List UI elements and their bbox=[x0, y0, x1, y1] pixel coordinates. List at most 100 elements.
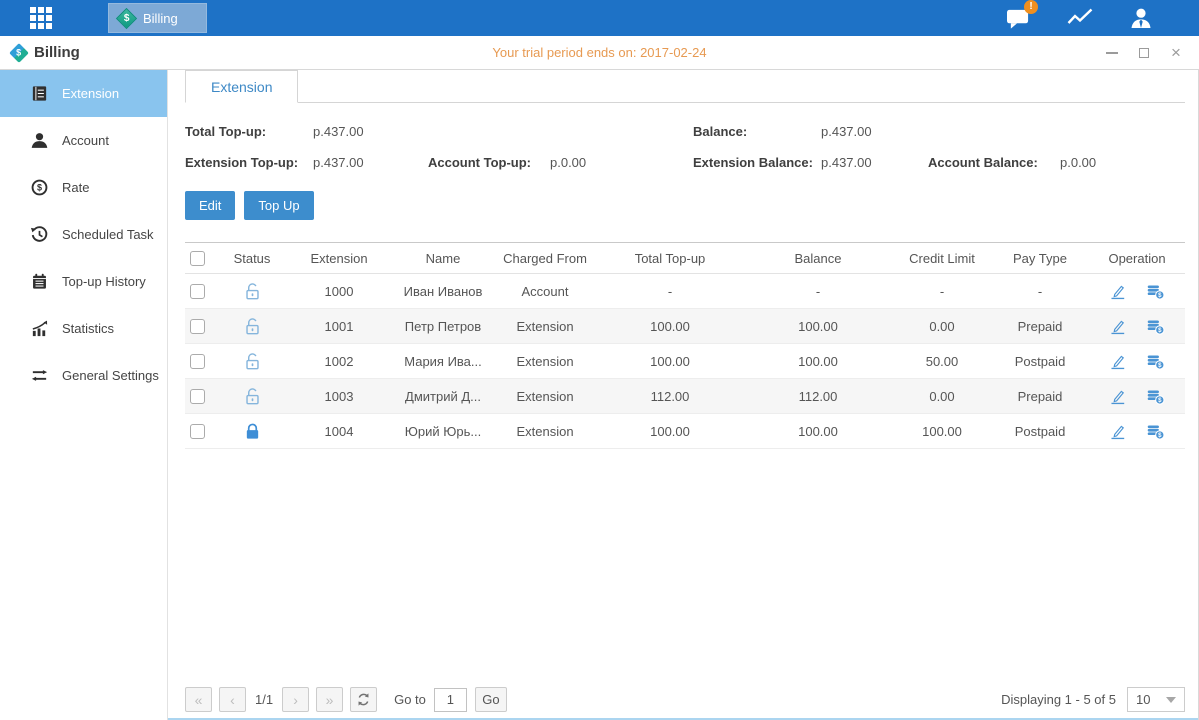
window-titlebar: $ Billing Your trial period ends on: 201… bbox=[0, 36, 1199, 70]
select-all-checkbox[interactable] bbox=[190, 251, 205, 266]
cell-credit-limit: 100.00 bbox=[893, 424, 991, 439]
extension-table: StatusExtensionNameCharged FromTotal Top… bbox=[185, 242, 1185, 449]
taskbar-tab-label: Billing bbox=[143, 11, 178, 26]
window-title: Billing bbox=[34, 44, 80, 61]
sidebar-item-label: Scheduled Task bbox=[62, 227, 154, 242]
sidebar-item-label: Top-up History bbox=[62, 274, 146, 289]
cell-total-topup: 100.00 bbox=[597, 424, 743, 439]
top-up-icon[interactable]: $ bbox=[1146, 422, 1165, 441]
edit-icon[interactable] bbox=[1109, 282, 1128, 301]
page-size-select[interactable]: 10 bbox=[1127, 687, 1185, 712]
cell-pay-type: Postpaid bbox=[991, 424, 1089, 439]
cell-total-topup: 100.00 bbox=[597, 319, 743, 334]
top-up-icon[interactable]: $ bbox=[1146, 387, 1165, 406]
top-up-button[interactable]: Top Up bbox=[244, 191, 313, 220]
chevron-down-icon bbox=[1166, 697, 1176, 703]
cell-extension: 1002 bbox=[285, 354, 393, 369]
tab-extension[interactable]: Extension bbox=[185, 70, 298, 103]
taskbar-tab-billing[interactable]: $ Billing bbox=[108, 3, 207, 33]
table-row: 1003Дмитрий Д...Extension112.00112.000.0… bbox=[185, 379, 1185, 414]
topbar: $ Billing ! bbox=[0, 0, 1199, 36]
summary-right: Balance: p.437.00 Extension Balance: p.4… bbox=[693, 116, 1185, 178]
sidebar-item-rate[interactable]: $Rate bbox=[0, 164, 167, 211]
sidebar-item-label: Account bbox=[62, 133, 109, 148]
cell-extension: 1004 bbox=[285, 424, 393, 439]
top-up-icon[interactable]: $ bbox=[1146, 317, 1165, 336]
next-page-button[interactable]: › bbox=[282, 687, 309, 712]
goto-page-input[interactable] bbox=[434, 688, 467, 712]
edit-icon[interactable] bbox=[1109, 317, 1128, 336]
cell-name: Мария Ива... bbox=[393, 354, 493, 369]
edit-icon[interactable] bbox=[1109, 387, 1128, 406]
trial-message: Your trial period ends on: 2017-02-24 bbox=[0, 45, 1199, 60]
table-row: 1002Мария Ива...Extension100.00100.0050.… bbox=[185, 344, 1185, 379]
minimize-button[interactable] bbox=[1105, 46, 1119, 60]
column-header-extension: Extension bbox=[285, 251, 393, 266]
row-checkbox[interactable] bbox=[190, 389, 205, 404]
extension-balance-label: Extension Balance: bbox=[693, 155, 821, 170]
top-up-icon[interactable]: $ bbox=[1146, 282, 1165, 301]
go-button[interactable]: Go bbox=[475, 687, 507, 712]
edit-button[interactable]: Edit bbox=[185, 191, 235, 220]
svg-text:$: $ bbox=[37, 183, 42, 193]
column-header-status: Status bbox=[219, 251, 285, 266]
notifications-icon[interactable]: ! bbox=[1006, 7, 1031, 30]
column-header-pay-type: Pay Type bbox=[991, 251, 1089, 266]
extension-topup-label: Extension Top-up: bbox=[185, 155, 313, 170]
cell-credit-limit: 0.00 bbox=[893, 389, 991, 404]
displaying-text: Displaying 1 - 5 of 5 bbox=[1001, 692, 1116, 707]
sidebar-item-top-up-history[interactable]: Top-up History bbox=[0, 258, 167, 305]
account-balance-label: Account Balance: bbox=[928, 155, 1060, 170]
cell-charged-from: Account bbox=[493, 284, 597, 299]
prev-page-button[interactable]: ‹ bbox=[219, 687, 246, 712]
sidebar-item-account[interactable]: Account bbox=[0, 117, 167, 164]
column-header-balance: Balance bbox=[743, 251, 893, 266]
page-size-value: 10 bbox=[1136, 692, 1150, 707]
billing-diamond-icon: $ bbox=[116, 7, 137, 28]
edit-icon[interactable] bbox=[1109, 422, 1128, 441]
row-checkbox[interactable] bbox=[190, 354, 205, 369]
line-chart-icon[interactable] bbox=[1067, 7, 1093, 29]
column-header-total-top-up: Total Top-up bbox=[597, 251, 743, 266]
cell-credit-limit: 50.00 bbox=[893, 354, 991, 369]
app-launcher-icon[interactable] bbox=[30, 7, 52, 29]
refresh-button[interactable] bbox=[350, 687, 377, 712]
row-checkbox[interactable] bbox=[190, 319, 205, 334]
user-icon[interactable] bbox=[1129, 7, 1153, 29]
cell-name: Юрий Юрь... bbox=[393, 424, 493, 439]
sidebar-item-general-settings[interactable]: General Settings bbox=[0, 352, 167, 399]
first-page-button[interactable]: « bbox=[185, 687, 212, 712]
cell-charged-from: Extension bbox=[493, 354, 597, 369]
extension-balance-value: p.437.00 bbox=[821, 155, 928, 170]
sidebar-item-extension[interactable]: Extension bbox=[0, 70, 167, 117]
action-buttons: Edit Top Up bbox=[185, 191, 1185, 220]
lock-open-icon bbox=[244, 282, 261, 301]
cell-name: Иван Иванов bbox=[393, 284, 493, 299]
person-icon bbox=[30, 131, 49, 150]
account-topup-value: p.0.00 bbox=[550, 155, 586, 170]
maximize-button[interactable] bbox=[1137, 46, 1151, 60]
transfer-arrows-icon bbox=[30, 366, 49, 385]
topbar-icons: ! bbox=[1006, 7, 1153, 30]
sidebar-item-label: Statistics bbox=[62, 321, 114, 336]
sidebar: Extension Account $Rate Scheduled Task Top-u… bbox=[0, 70, 168, 720]
top-up-icon[interactable]: $ bbox=[1146, 352, 1165, 371]
row-checkbox[interactable] bbox=[190, 284, 205, 299]
extension-topup-value: p.437.00 bbox=[313, 155, 428, 170]
close-button[interactable]: × bbox=[1169, 46, 1183, 60]
account-balance-value: p.0.00 bbox=[1060, 155, 1096, 170]
sidebar-item-scheduled-task[interactable]: Scheduled Task bbox=[0, 211, 167, 258]
cell-balance: - bbox=[743, 284, 893, 299]
tab-strip: Extension bbox=[185, 70, 1185, 103]
account-topup-label: Account Top-up: bbox=[428, 155, 550, 170]
cell-name: Дмитрий Д... bbox=[393, 389, 493, 404]
book-list-icon bbox=[30, 84, 49, 103]
pagination-bar: « ‹ 1/1 › » Go to Go Displaying 1 - 5 of… bbox=[185, 687, 1185, 712]
column-header-name: Name bbox=[393, 251, 493, 266]
edit-icon[interactable] bbox=[1109, 352, 1128, 371]
last-page-button[interactable]: » bbox=[316, 687, 343, 712]
sidebar-item-statistics[interactable]: Statistics bbox=[0, 305, 167, 352]
cell-total-topup: 112.00 bbox=[597, 389, 743, 404]
row-checkbox[interactable] bbox=[190, 424, 205, 439]
cell-credit-limit: 0.00 bbox=[893, 319, 991, 334]
